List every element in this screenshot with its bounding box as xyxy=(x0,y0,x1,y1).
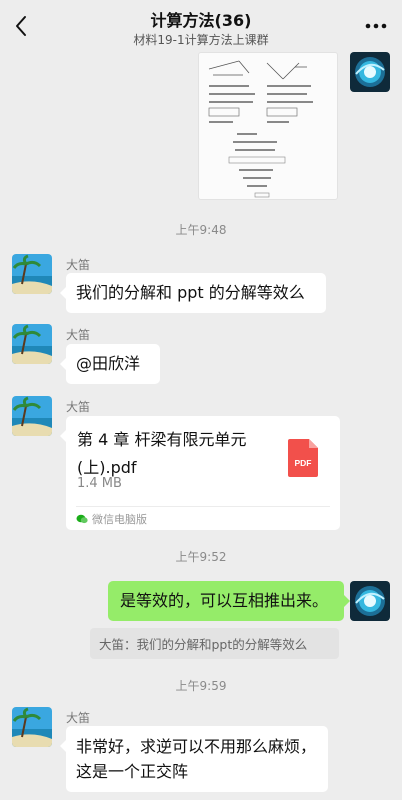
message-text: 是等效的，可以互相推出来。 xyxy=(120,591,329,610)
sender-name: 大笛 xyxy=(66,328,91,342)
image-message[interactable] xyxy=(198,52,338,200)
handwritten-notes-image xyxy=(208,60,313,198)
message-text: @田欣洋 xyxy=(76,354,141,373)
message-text: 非常好，求逆可以不用那么麻烦，这是一个正交阵 xyxy=(76,737,317,781)
avatar-dadi[interactable] xyxy=(12,707,52,747)
more-button[interactable] xyxy=(364,16,388,36)
avatar-dadi[interactable] xyxy=(12,396,52,436)
pdf-file-icon: PDF xyxy=(288,439,318,477)
my-avatar[interactable] xyxy=(350,581,390,621)
file-name: 第 4 章 杆梁有限元单元(上).pdf xyxy=(77,430,247,477)
file-message-card[interactable]: 第 4 章 杆梁有限元单元(上).pdf 1.4 MB PDF 微信电脑版 xyxy=(60,416,340,530)
timestamp: 上午9:52 xyxy=(175,550,227,564)
timestamp: 上午9:59 xyxy=(175,679,227,693)
sender-name: 大笛 xyxy=(66,711,91,725)
my-message-bubble[interactable]: 是等效的，可以互相推出来。 xyxy=(108,581,350,621)
chat-title: 计算方法(36) xyxy=(150,11,252,30)
file-source: 微信电脑版 xyxy=(76,511,147,527)
more-dots-icon xyxy=(365,23,387,29)
timestamp: 上午9:48 xyxy=(175,223,227,237)
message-bubble[interactable]: @田欣洋 xyxy=(60,344,160,384)
file-size: 1.4 MB xyxy=(77,476,122,491)
divider xyxy=(76,506,330,507)
chat-subtitle: 材料19-1计算方法上课群 xyxy=(133,33,269,47)
message-bubble[interactable]: 非常好，求逆可以不用那么麻烦，这是一个正交阵 xyxy=(60,726,328,792)
message-text: 我们的分解和 ppt 的分解等效么 xyxy=(76,283,305,302)
sender-name: 大笛 xyxy=(66,400,91,414)
my-avatar[interactable] xyxy=(350,52,390,92)
message-bubble[interactable]: 我们的分解和 ppt 的分解等效么 xyxy=(60,273,326,313)
pdf-label: PDF xyxy=(295,458,312,468)
file-source-label: 微信电脑版 xyxy=(92,513,147,526)
avatar-dadi[interactable] xyxy=(12,254,52,294)
wechat-small-icon xyxy=(76,514,88,524)
sender-name: 大笛 xyxy=(66,258,91,272)
chat-header: 计算方法(36) 材料19-1计算方法上课群 xyxy=(0,0,402,52)
avatar-dadi[interactable] xyxy=(12,324,52,364)
quoted-message[interactable]: 大笛：我们的分解和ppt的分解等效么 xyxy=(90,628,339,659)
